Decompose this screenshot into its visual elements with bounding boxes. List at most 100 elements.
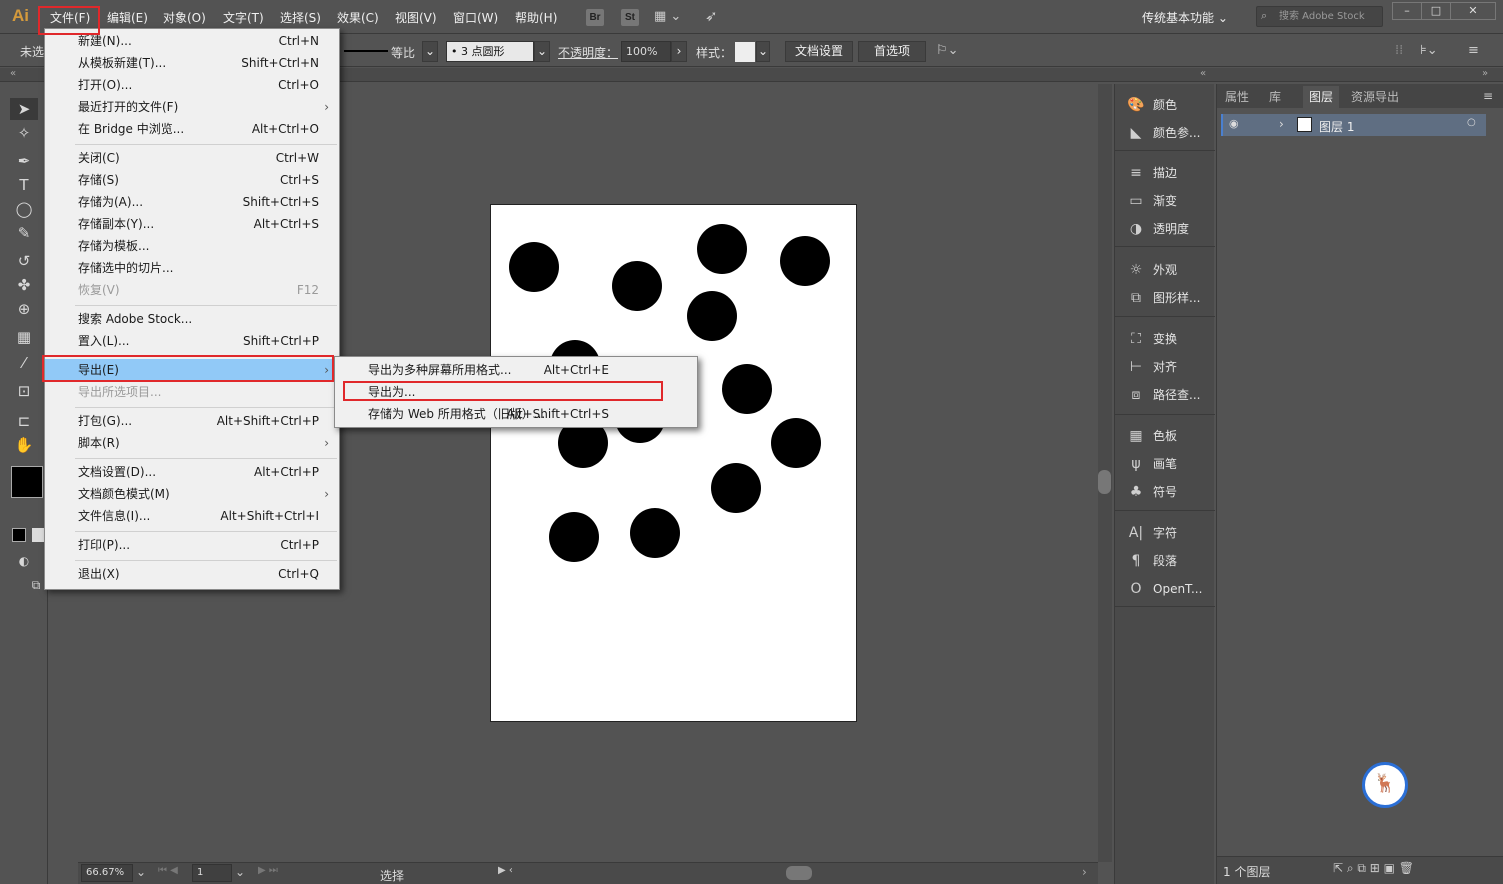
document-setup-button[interactable]: 文档设置 — [785, 41, 853, 62]
align-icon[interactable]: ⁞⁞ — [1395, 43, 1403, 58]
menu-file[interactable]: 文件(F) — [48, 9, 92, 27]
bridge-icon[interactable]: Br — [586, 9, 604, 26]
export-for-screens[interactable]: 导出为多种屏幕所用格式... Alt+Ctrl+E — [335, 359, 629, 381]
menu-help[interactable]: 帮助(H) — [513, 9, 559, 27]
dock-appearance[interactable]: ☼ 外观 — [1125, 257, 1177, 283]
close-button[interactable]: ✕ — [1450, 2, 1496, 20]
menu-select[interactable]: 选择(S) — [278, 9, 323, 27]
scroll-right-icon[interactable]: › — [1082, 865, 1087, 879]
dock-color-guide[interactable]: ◣ 颜色参... — [1125, 120, 1201, 146]
layer-row[interactable]: ◉ › 图层 1 ○ — [1221, 114, 1486, 136]
vertical-scrollbar[interactable] — [1098, 84, 1112, 862]
style-swatch[interactable] — [735, 42, 755, 62]
visibility-eye-icon[interactable]: ◉ — [1229, 117, 1239, 130]
tab-layers[interactable]: 图层 — [1303, 86, 1340, 108]
stock-icon[interactable]: St — [621, 9, 639, 26]
pen-tool-icon[interactable]: ✒ — [10, 150, 38, 172]
opacity-arrow[interactable]: › — [671, 41, 687, 62]
menu-item-export[interactable]: 导出(E) › — [45, 359, 339, 381]
minimize-button[interactable]: – — [1392, 2, 1422, 20]
collapse-panel-icon[interactable]: » — [1482, 68, 1488, 79]
menu-item-open[interactable]: 打开(O)... Ctrl+O — [45, 74, 339, 96]
tab-properties[interactable]: 属性 — [1219, 86, 1255, 108]
circle[interactable] — [722, 364, 772, 414]
ellipse-tool-icon[interactable]: ◯ — [10, 198, 38, 220]
hand-tool-icon[interactable]: ✋ — [10, 434, 38, 456]
circle[interactable] — [771, 418, 821, 468]
artboard[interactable] — [490, 204, 857, 722]
panel-menu-icon[interactable]: ≡ — [1468, 43, 1479, 58]
menu-item-document-setup[interactable]: 文档设置(D)... Alt+Ctrl+P — [45, 461, 339, 483]
collapse-toolbar-icon[interactable]: « — [10, 68, 16, 79]
expand-layer-icon[interactable]: › — [1279, 117, 1284, 131]
circle[interactable] — [711, 463, 761, 513]
brush-tool-icon[interactable]: ✎ — [10, 222, 38, 244]
dock-stroke[interactable]: ≡ 描边 — [1125, 160, 1177, 186]
preferences-button[interactable]: 首选项 — [858, 41, 926, 62]
brush-dropdown[interactable]: ⌄ — [534, 41, 550, 62]
mesh-tool-icon[interactable]: ▦ — [10, 326, 38, 348]
menu-window[interactable]: 窗口(W) — [451, 9, 500, 27]
menu-item-search-stock[interactable]: 搜索 Adobe Stock... — [45, 308, 339, 330]
dock-gradient[interactable]: ▭ 渐变 — [1125, 188, 1177, 214]
menu-item-scripts[interactable]: 脚本(R) › — [45, 432, 339, 454]
dock-symbols[interactable]: ♣ 符号 — [1125, 479, 1177, 505]
magic-wand-icon[interactable]: ✧ — [10, 122, 38, 144]
horizontal-scroll-thumb[interactable] — [786, 866, 812, 880]
menu-item-new-from-template[interactable]: 从模板新建(T)... Shift+Ctrl+N — [45, 52, 339, 74]
dock-pathfinder[interactable]: ⧈ 路径查... — [1125, 382, 1201, 408]
page-dropdown[interactable]: ⌄ — [235, 865, 245, 879]
menu-object[interactable]: 对象(O) — [161, 9, 208, 27]
menu-item-print[interactable]: 打印(P)... Ctrl+P — [45, 534, 339, 556]
selection-tool-icon[interactable]: ➤ — [10, 98, 38, 120]
menu-edit[interactable]: 编辑(E) — [105, 9, 150, 27]
menu-item-exit[interactable]: 退出(X) Ctrl+Q — [45, 563, 339, 585]
stock-search-input[interactable]: 搜索 Adobe Stock — [1256, 6, 1383, 27]
menu-item-close[interactable]: 关闭(C) Ctrl+W — [45, 147, 339, 169]
draw-mode-icon[interactable]: ◐ — [10, 550, 38, 572]
zoom-dropdown[interactable]: ⌄ — [136, 865, 146, 879]
dock-align[interactable]: ⊢ 对齐 — [1125, 354, 1177, 380]
menu-item-save-copy[interactable]: 存储副本(Y)... Alt+Ctrl+S — [45, 213, 339, 235]
symbol-sprayer-icon[interactable]: ⊡ — [10, 380, 38, 402]
dock-brushes[interactable]: ψ 画笔 — [1125, 451, 1177, 477]
menu-type[interactable]: 文字(T) — [221, 9, 266, 27]
tab-libraries[interactable]: 库 — [1263, 86, 1287, 108]
menu-item-browse-in-bridge[interactable]: 在 Bridge 中浏览... Alt+Ctrl+O — [45, 118, 339, 140]
menu-item-save-slices[interactable]: 存储选中的切片... — [45, 257, 339, 279]
menu-item-save[interactable]: 存储(S) Ctrl+S — [45, 169, 339, 191]
page-input[interactable]: 1 — [192, 864, 232, 882]
transform-icon[interactable]: ⊧⌄ — [1420, 43, 1438, 58]
opacity-label[interactable]: 不透明度： — [558, 44, 618, 61]
panel-options-icon[interactable]: ≡ — [1483, 89, 1493, 103]
gradient-mode-icon[interactable] — [32, 528, 44, 542]
export-as[interactable]: 导出为... — [335, 381, 629, 403]
layer-name[interactable]: 图层 1 — [1319, 118, 1354, 135]
dock-paragraph[interactable]: ¶ 段落 — [1125, 548, 1177, 574]
arrange-icon[interactable]: ⚐⌄ — [936, 43, 959, 58]
circle[interactable] — [509, 242, 559, 292]
menu-item-open-recent[interactable]: 最近打开的文件(F) › — [45, 96, 339, 118]
color-mode-icon[interactable] — [12, 528, 26, 542]
circle[interactable] — [549, 512, 599, 562]
arrange-documents-icon[interactable]: ▦ ⌄ — [654, 9, 681, 24]
stroke-profile[interactable]: 等比 — [391, 44, 415, 61]
circle[interactable] — [780, 236, 830, 286]
menu-item-document-color-mode[interactable]: 文档颜色模式(M) › — [45, 483, 339, 505]
dock-transparency[interactable]: ◑ 透明度 — [1125, 216, 1189, 242]
artboard-tool-icon[interactable]: ⊏ — [10, 410, 38, 432]
tab-asset-export[interactable]: 资源导出 — [1345, 86, 1405, 108]
gpu-rocket-icon[interactable]: ➶ — [705, 7, 718, 25]
layer-footer-icons[interactable]: ⇱ ⌕ ⧉ ⊞ ▣ 🗑 — [1333, 861, 1414, 876]
first-page-icon[interactable]: ⏮ ◀ — [158, 865, 178, 876]
dock-opentype[interactable]: O OpenT... — [1125, 576, 1202, 602]
menu-item-file-info[interactable]: 文件信息(I)... Alt+Shift+Ctrl+I — [45, 505, 339, 527]
rotate-tool-icon[interactable]: ↺ — [10, 250, 38, 272]
circle[interactable] — [612, 261, 662, 311]
menu-view[interactable]: 视图(V) — [393, 9, 439, 27]
zoom-input[interactable]: 66.67% — [81, 864, 133, 882]
dock-color[interactable]: 🎨 颜色 — [1125, 92, 1177, 118]
maximize-button[interactable]: □ — [1421, 2, 1451, 20]
menu-item-new[interactable]: 新建(N)... Ctrl+N — [45, 30, 339, 52]
dock-character[interactable]: A| 字符 — [1125, 520, 1177, 546]
